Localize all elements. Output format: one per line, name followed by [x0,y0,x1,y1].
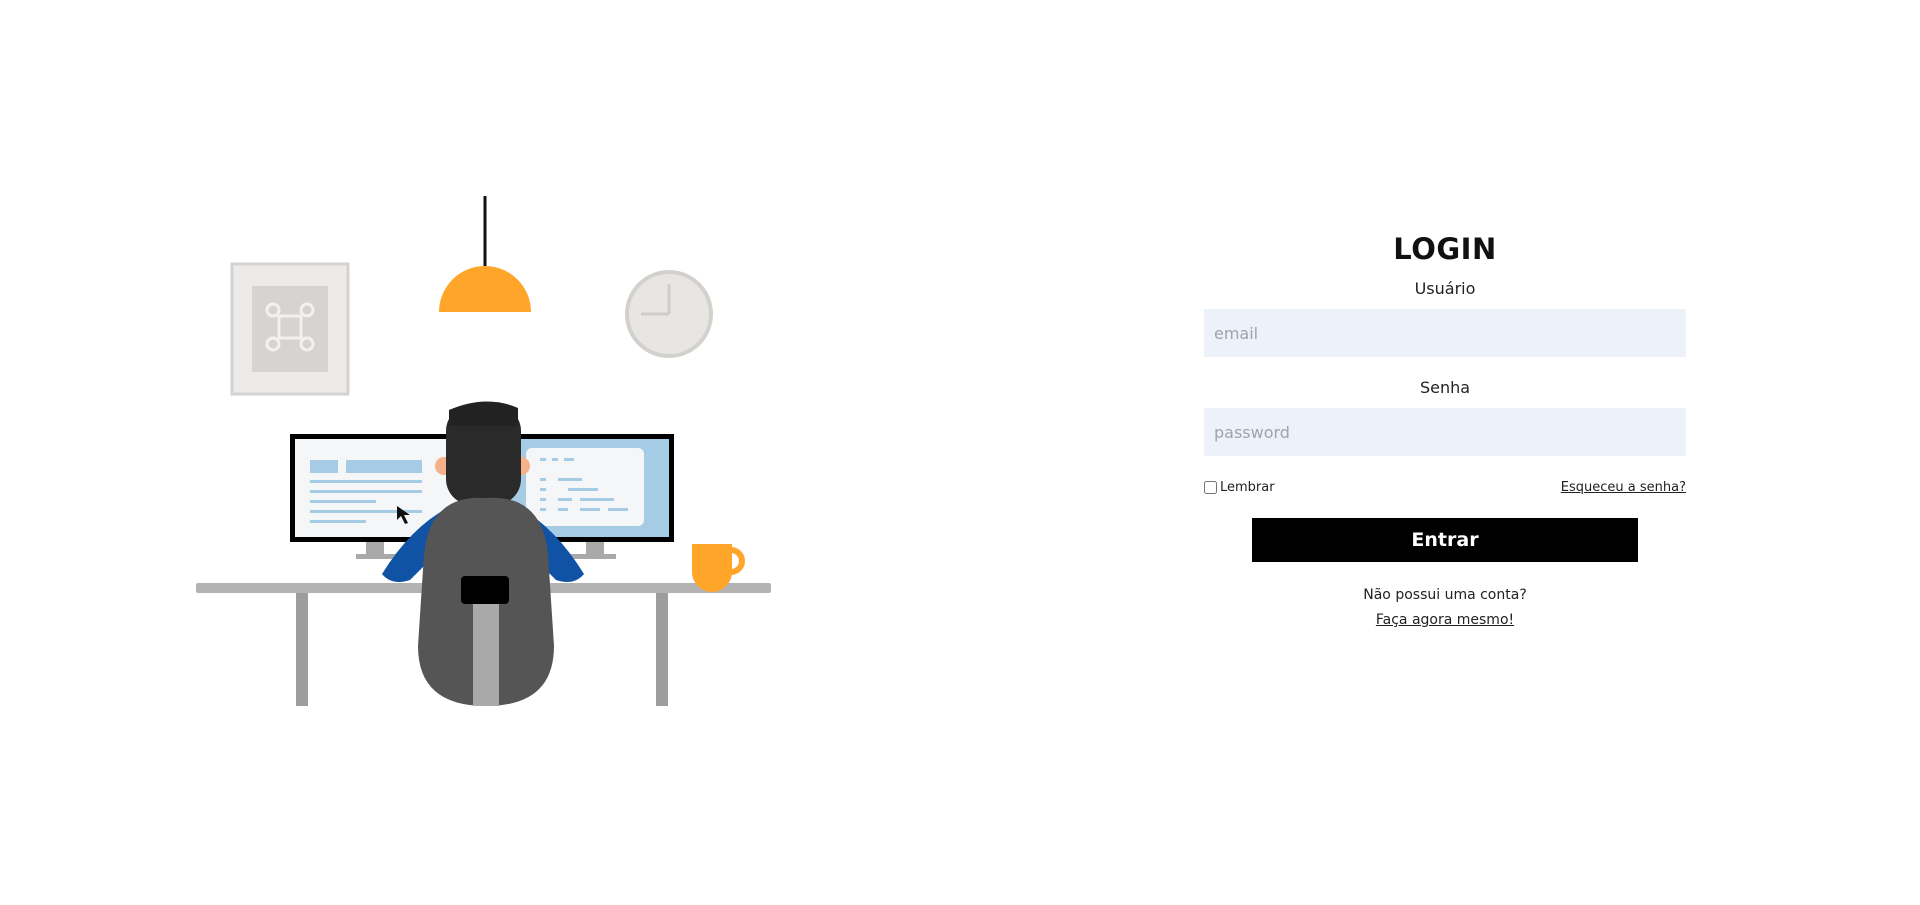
pendant-lamp [439,196,531,312]
username-input[interactable] [1204,309,1686,357]
remember-me[interactable]: Lembrar [1204,480,1275,495]
login-title: LOGIN [1393,232,1497,266]
login-submit-button[interactable]: Entrar [1252,518,1638,562]
workspace-illustration-svg [196,196,771,706]
remember-label: Lembrar [1220,479,1275,495]
remember-checkbox[interactable] [1204,480,1217,494]
password-input[interactable] [1204,408,1686,456]
signup-prompt: Não possui uma conta? Faça agora mesmo! [1204,583,1686,633]
login-options-row: Lembrar Esqueceu a senha? [1204,477,1686,497]
signup-link[interactable]: Faça agora mesmo! [1376,608,1514,633]
office-chair [418,497,554,706]
picture-frame [230,262,350,396]
wall-clock [625,270,713,358]
no-account-text: Não possui uma conta? [1363,587,1527,603]
password-label: Senha [1419,378,1471,397]
username-label: Usuário [1414,279,1476,298]
login-form: LOGIN Usuário Senha Lembrar Esqueceu a s… [1204,226,1686,633]
login-page: LOGIN Usuário Senha Lembrar Esqueceu a s… [0,0,1920,905]
forgot-password-link[interactable]: Esqueceu a senha? [1561,480,1686,495]
workspace-illustration [196,194,771,706]
field-spacer [1204,357,1686,377]
